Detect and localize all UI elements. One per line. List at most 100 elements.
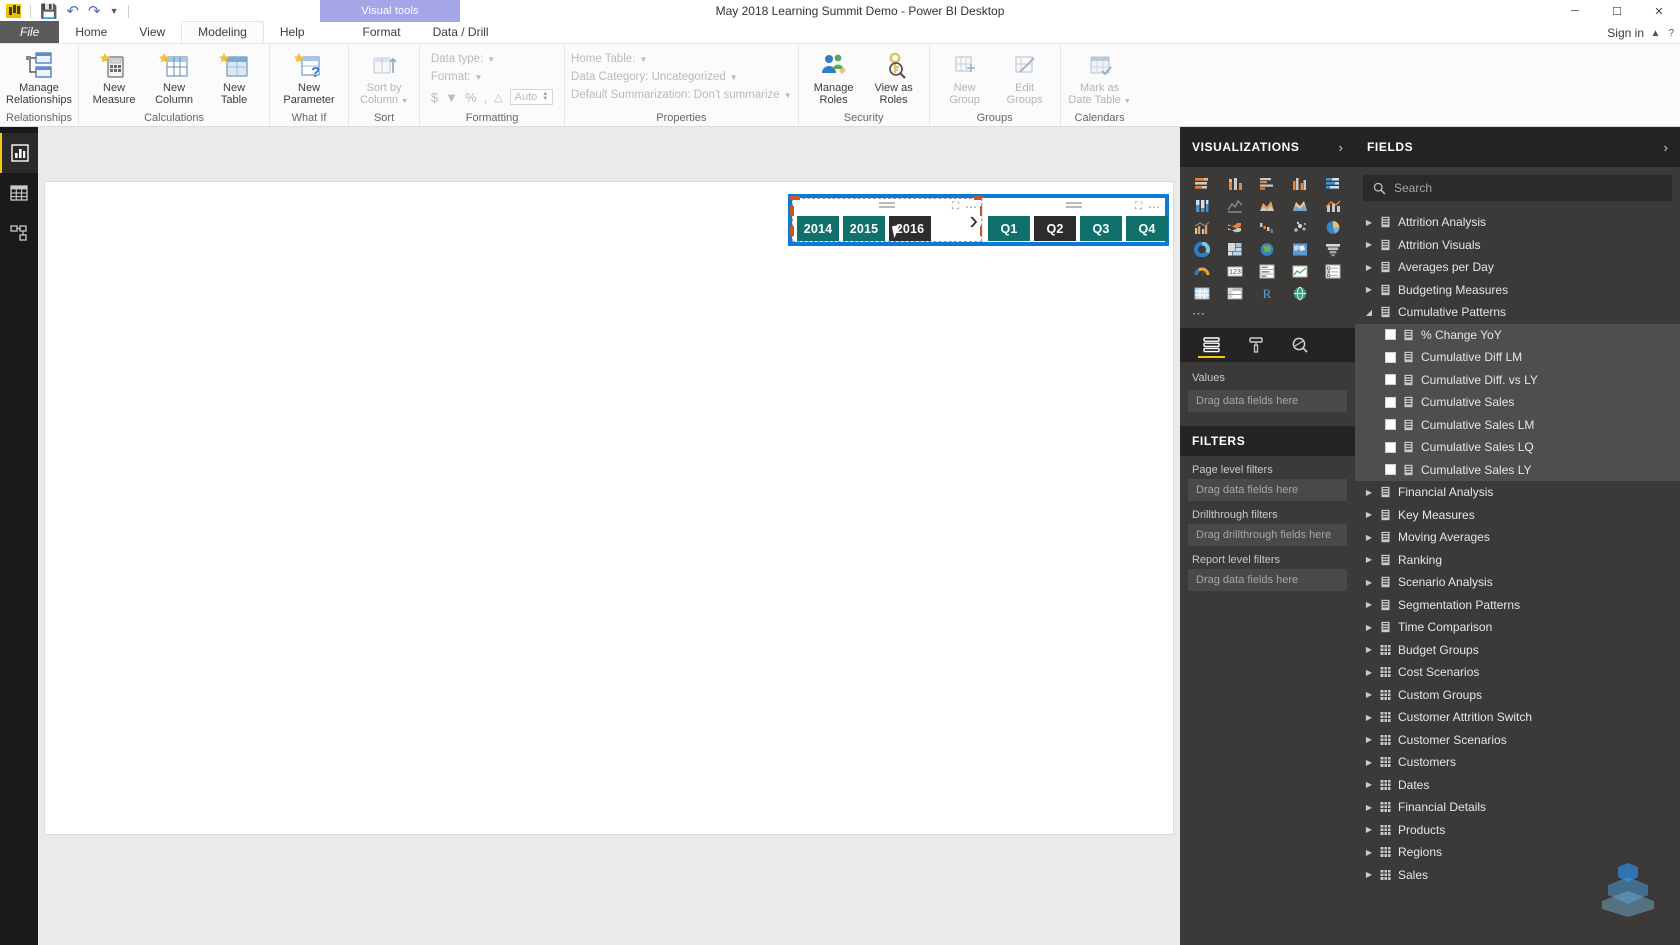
slicer-chip-q3[interactable]: Q3 <box>1080 216 1122 241</box>
field-table-item[interactable]: ▶ Dates <box>1355 774 1680 797</box>
chevron-right-icon[interactable]: ▶ <box>1365 825 1373 834</box>
slicer-chip-q2[interactable]: Q2 <box>1034 216 1076 241</box>
chevron-down-icon[interactable]: ▼ <box>784 91 792 100</box>
clustered-column-chart-icon[interactable] <box>1286 175 1315 192</box>
chevron-right-icon[interactable]: ▶ <box>1365 510 1373 519</box>
r-script-icon[interactable]: R <box>1253 285 1282 302</box>
more-visuals-icon[interactable]: ⋯ <box>1180 306 1355 328</box>
ribbon-tab-format[interactable]: Format <box>347 21 417 43</box>
focus-mode-icon[interactable]: ⛶ <box>1135 202 1142 212</box>
chevron-right-icon[interactable]: ▶ <box>1365 645 1373 654</box>
field-table-item[interactable]: ▶ Attrition Analysis <box>1355 211 1680 234</box>
view-as-roles-button[interactable]: View as Roles <box>865 47 923 106</box>
minimize-button[interactable]: ─ <box>1554 0 1596 22</box>
maximize-button[interactable]: ☐ <box>1596 0 1638 22</box>
chevron-right-icon[interactable]: ▶ <box>1365 623 1373 632</box>
data-type-row[interactable]: Data type: ▼ <box>431 53 553 65</box>
ribbon-tab-view[interactable]: View <box>123 21 181 43</box>
chevron-right-icon[interactable]: ▶ <box>1365 600 1373 609</box>
line-chart-icon[interactable] <box>1221 197 1250 214</box>
drag-handle-icon[interactable] <box>879 202 895 210</box>
chevron-right-icon[interactable]: ▶ <box>1365 533 1373 542</box>
field-table-item[interactable]: ▶ Financial Analysis <box>1355 481 1680 504</box>
customize-icon[interactable]: ▼ <box>110 6 119 16</box>
slicer-icon[interactable] <box>1318 263 1347 280</box>
clustered-bar-chart-icon[interactable] <box>1253 175 1282 192</box>
mark-as-date-table-button[interactable]: Mark as Date Table ▼ <box>1067 47 1133 108</box>
field-table-item[interactable]: ▶ Custom Groups <box>1355 684 1680 707</box>
save-icon[interactable]: 💾 <box>40 4 57 18</box>
chevron-down-icon[interactable]: ▼ <box>639 55 647 64</box>
manage-relationships-button[interactable]: Manage Relationships <box>6 47 72 106</box>
ribbon-tab-modeling[interactable]: Modeling <box>181 21 264 43</box>
field-item[interactable]: Cumulative Sales <box>1355 391 1680 414</box>
year-slicer[interactable]: ⛶ ⋯ 2014 2015 2016 › <box>790 196 984 242</box>
resize-handle-bottom-left[interactable] <box>790 226 794 236</box>
chevron-down-icon[interactable]: ▼ <box>730 73 738 82</box>
field-table-item[interactable]: ▶ Customer Attrition Switch <box>1355 706 1680 729</box>
sidebar-item-data-view[interactable] <box>0 173 38 213</box>
field-table-item[interactable]: ▶ Moving Averages <box>1355 526 1680 549</box>
map-icon[interactable] <box>1253 241 1282 258</box>
filter-dropzone-drillthrough[interactable]: Drag drillthrough fields here <box>1188 524 1347 546</box>
field-table-item[interactable]: ▶ Financial Details <box>1355 796 1680 819</box>
line-clustered-column-icon[interactable] <box>1188 219 1217 236</box>
chevron-right-icon[interactable]: ▶ <box>1365 870 1373 879</box>
sidebar-item-model-view[interactable] <box>0 213 38 253</box>
slicer-chip-q4[interactable]: Q4 <box>1126 216 1168 241</box>
funnel-icon[interactable] <box>1318 241 1347 258</box>
donut-chart-icon[interactable] <box>1188 241 1217 258</box>
100-stacked-column-chart-icon[interactable] <box>1188 197 1217 214</box>
ribbon-collapse-icon[interactable]: ▲ <box>1651 28 1661 39</box>
python-visual-icon[interactable] <box>1286 285 1315 302</box>
chevron-right-icon[interactable]: ▶ <box>1365 758 1373 767</box>
stacked-area-chart-icon[interactable] <box>1286 197 1315 214</box>
collapse-fields-icon[interactable]: › <box>1664 140 1668 155</box>
field-table-item[interactable]: ▶ Products <box>1355 819 1680 842</box>
focus-mode-icon[interactable]: ⛶ <box>952 202 959 212</box>
field-table-item[interactable]: ▶ Key Measures <box>1355 504 1680 527</box>
manage-roles-button[interactable]: Manage Roles <box>805 47 863 106</box>
stacked-bar-chart-icon[interactable] <box>1188 175 1217 192</box>
redo-icon[interactable]: ↷ <box>88 4 101 19</box>
field-table-item[interactable]: ▶ Customers <box>1355 751 1680 774</box>
chevron-right-icon[interactable]: ▶ <box>1365 713 1373 722</box>
resize-handle-left[interactable] <box>790 206 794 216</box>
field-table-item[interactable]: ▶ Time Comparison <box>1355 616 1680 639</box>
edit-groups-button[interactable]: Edit Groups <box>996 47 1054 106</box>
default-summarization-row[interactable]: Default Summarization: Don't summarize ▼ <box>571 89 792 101</box>
sidebar-item-report-view[interactable] <box>0 133 38 173</box>
waterfall-chart-icon[interactable] <box>1253 219 1282 236</box>
chevron-right-icon[interactable]: ▶ <box>1365 668 1373 677</box>
home-table-row[interactable]: Home Table: ▼ <box>571 53 792 65</box>
chevron-right-icon[interactable]: ▶ <box>1365 803 1373 812</box>
card-icon[interactable]: 123 <box>1221 263 1250 280</box>
tab-format[interactable] <box>1247 328 1265 362</box>
chevron-right-icon[interactable]: ▶ <box>1365 735 1373 744</box>
tab-fields-well[interactable] <box>1198 328 1225 362</box>
undo-icon[interactable]: ↶ <box>66 4 79 19</box>
data-category-row[interactable]: Data Category: Uncategorized ▼ <box>571 71 792 83</box>
resize-handle-top-left[interactable] <box>790 196 800 200</box>
chevron-down-icon[interactable]: ▼ <box>487 55 495 64</box>
100-stacked-bar-chart-icon[interactable] <box>1318 175 1347 192</box>
thousands-separator-icon[interactable]: , <box>484 90 488 105</box>
field-table-item[interactable]: ▶ Attrition Visuals <box>1355 234 1680 257</box>
matrix-icon[interactable] <box>1221 285 1250 302</box>
chevron-right-icon[interactable]: ▶ <box>1365 690 1373 699</box>
report-page[interactable] <box>44 181 1174 835</box>
ribbon-tab-file[interactable]: File <box>0 21 60 43</box>
slicer-chip-q1[interactable]: Q1 <box>988 216 1030 241</box>
currency-format-icon[interactable]: $ <box>431 90 438 105</box>
chevron-right-icon[interactable]: ▶ <box>1365 285 1373 294</box>
close-button[interactable]: ✕ <box>1638 0 1680 22</box>
field-item[interactable]: % Change YoY <box>1355 323 1680 346</box>
field-item[interactable]: Cumulative Diff. vs LY <box>1355 368 1680 391</box>
new-measure-button[interactable]: New Measure <box>85 47 143 106</box>
field-table-item[interactable]: ▶ Segmentation Patterns <box>1355 594 1680 617</box>
table-icon[interactable] <box>1188 285 1217 302</box>
sign-in-button[interactable]: Sign in <box>1607 22 1644 44</box>
treemap-icon[interactable] <box>1221 241 1250 258</box>
tab-analytics[interactable] <box>1291 328 1309 362</box>
new-group-button[interactable]: New Group <box>936 47 994 106</box>
